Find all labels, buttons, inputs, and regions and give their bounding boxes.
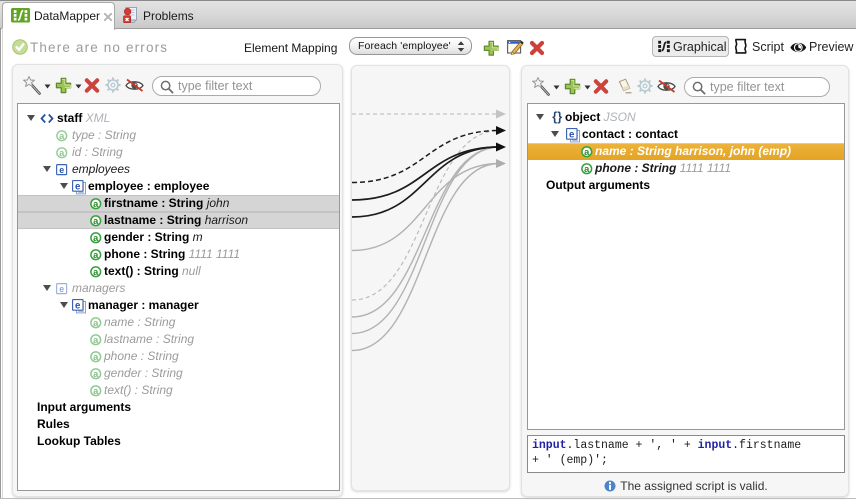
- svg-text:e: e: [59, 284, 64, 294]
- svg-text:a: a: [93, 250, 99, 260]
- svg-text:a: a: [93, 199, 99, 209]
- svg-text:a: a: [93, 386, 99, 396]
- svg-text:a: a: [93, 233, 99, 243]
- svg-text:a: a: [93, 335, 99, 345]
- svg-text:a: a: [93, 267, 99, 277]
- svg-text:a: a: [584, 164, 590, 174]
- svg-text:e: e: [75, 181, 81, 192]
- svg-text:e: e: [75, 300, 81, 311]
- svg-text:a: a: [584, 147, 590, 157]
- svg-text:a: a: [93, 352, 99, 362]
- svg-text:a: a: [93, 318, 99, 328]
- svg-text:a: a: [59, 131, 65, 141]
- svg-text:a: a: [93, 369, 99, 379]
- svg-text:e: e: [59, 165, 64, 175]
- svg-text:e: e: [569, 129, 575, 140]
- svg-text:a: a: [93, 216, 99, 226]
- svg-text:}: }: [557, 110, 562, 124]
- svg-text:a: a: [59, 148, 65, 158]
